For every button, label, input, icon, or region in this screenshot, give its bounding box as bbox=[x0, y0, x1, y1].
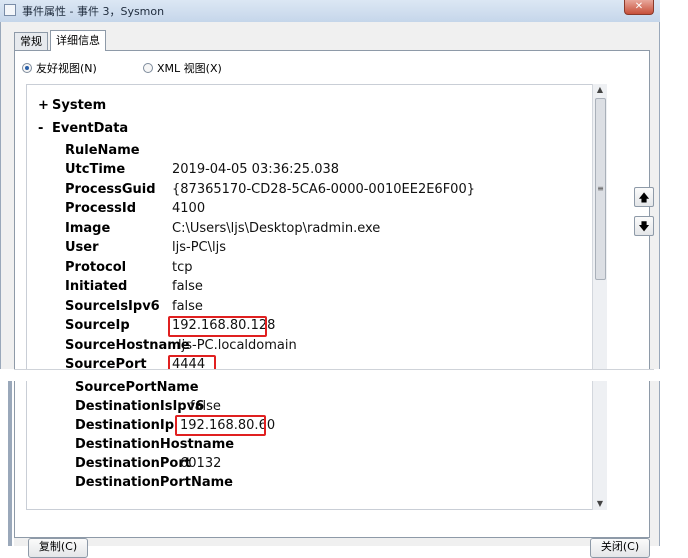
field-value-processguid: {87365170-CD28-5CA6-0000-0010EE2E6F00} bbox=[172, 182, 475, 197]
xml-view-radio[interactable]: XML 视图(X) bbox=[143, 60, 222, 76]
field-key-processid: ProcessId bbox=[65, 201, 137, 216]
tree-node-eventdata[interactable]: - EventData bbox=[38, 121, 128, 136]
field-key-protocol: Protocol bbox=[65, 260, 127, 275]
field-key-initiated: Initiated bbox=[65, 279, 128, 294]
field-key-destinationip: DestinationIp bbox=[75, 418, 175, 433]
close-dialog-button[interactable]: 关闭(C) bbox=[590, 538, 650, 558]
radio-unselected-icon bbox=[143, 63, 153, 73]
scrollbar-thumb[interactable]: ≡ bbox=[595, 98, 606, 280]
field-key-sourceisipv6: SourceIsIpv6 bbox=[65, 299, 160, 314]
field-value-destinationisipv6: false bbox=[190, 399, 221, 414]
close-button[interactable]: ✕ bbox=[624, 0, 654, 15]
field-key-destinationhostname: DestinationHostname bbox=[75, 437, 235, 452]
title-bar: 事件属性 - 事件 3，Sysmon ✕ bbox=[0, 0, 660, 23]
field-key-destinationisipv6: DestinationIsIpv6 bbox=[75, 399, 205, 414]
field-key-utctime: UtcTime bbox=[65, 162, 126, 177]
previous-event-button[interactable]: 🡅 bbox=[634, 187, 654, 207]
expand-icon[interactable]: + bbox=[38, 98, 52, 113]
field-key-user: User bbox=[65, 240, 99, 255]
next-event-button[interactable]: 🡇 bbox=[634, 216, 654, 236]
vertical-scrollbar[interactable]: ▲ ≡ ▼ bbox=[592, 84, 607, 510]
field-value-utctime: 2019-04-05 03:36:25.038 bbox=[172, 162, 340, 177]
field-key-image: Image bbox=[65, 221, 111, 236]
highlight-box bbox=[168, 316, 267, 337]
field-key-processguid: ProcessGuid bbox=[65, 182, 156, 197]
field-key-sourceportname: SourcePortName bbox=[75, 380, 199, 395]
lower-left-margin bbox=[0, 381, 14, 546]
scroll-down-arrow-icon[interactable]: ▼ bbox=[593, 498, 607, 510]
field-key-rulename: RuleName bbox=[65, 143, 140, 158]
collapse-icon[interactable]: - bbox=[38, 121, 52, 136]
xml-view-label: XML 视图(X) bbox=[157, 62, 222, 75]
scroll-up-arrow-icon[interactable]: ▲ bbox=[593, 84, 607, 96]
event-viewer-icon bbox=[4, 4, 16, 16]
tree-node-label: System bbox=[52, 98, 107, 113]
tab-details[interactable]: 详细信息 bbox=[50, 30, 106, 51]
highlight-box bbox=[175, 415, 266, 436]
field-key-sourcehostname: SourceHostname bbox=[65, 338, 190, 353]
field-value-initiated: false bbox=[172, 279, 203, 294]
field-value-processid: 4100 bbox=[172, 201, 206, 216]
field-key-destinationport: DestinationPort bbox=[75, 456, 191, 471]
field-value-sourcehostname: ljs-PC.localdomain bbox=[178, 338, 297, 353]
field-value-image: C:\Users\ljs\Desktop\radmin.exe bbox=[172, 221, 381, 236]
screenshot-seam bbox=[0, 369, 688, 381]
friendly-view-label: 友好视图(N) bbox=[36, 62, 97, 75]
field-value-destinationport: 60132 bbox=[180, 456, 222, 471]
radio-selected-icon bbox=[22, 63, 32, 73]
field-value-protocol: tcp bbox=[172, 260, 193, 275]
field-key-sourceip: SourceIp bbox=[65, 318, 130, 333]
tree-node-system[interactable]: + System bbox=[38, 98, 106, 113]
divider bbox=[14, 369, 654, 370]
field-value-sourceisipv6: false bbox=[172, 299, 203, 314]
friendly-view-radio[interactable]: 友好视图(N) bbox=[22, 60, 97, 76]
field-value-user: ljs-PC\ljs bbox=[172, 240, 226, 255]
field-key-destinationportname: DestinationPortName bbox=[75, 475, 233, 490]
tab-general[interactable]: 常规 bbox=[14, 32, 48, 50]
copy-button[interactable]: 复制(C) bbox=[28, 538, 88, 558]
window-title: 事件属性 - 事件 3，Sysmon bbox=[22, 5, 165, 18]
tree-node-label: EventData bbox=[52, 121, 129, 136]
